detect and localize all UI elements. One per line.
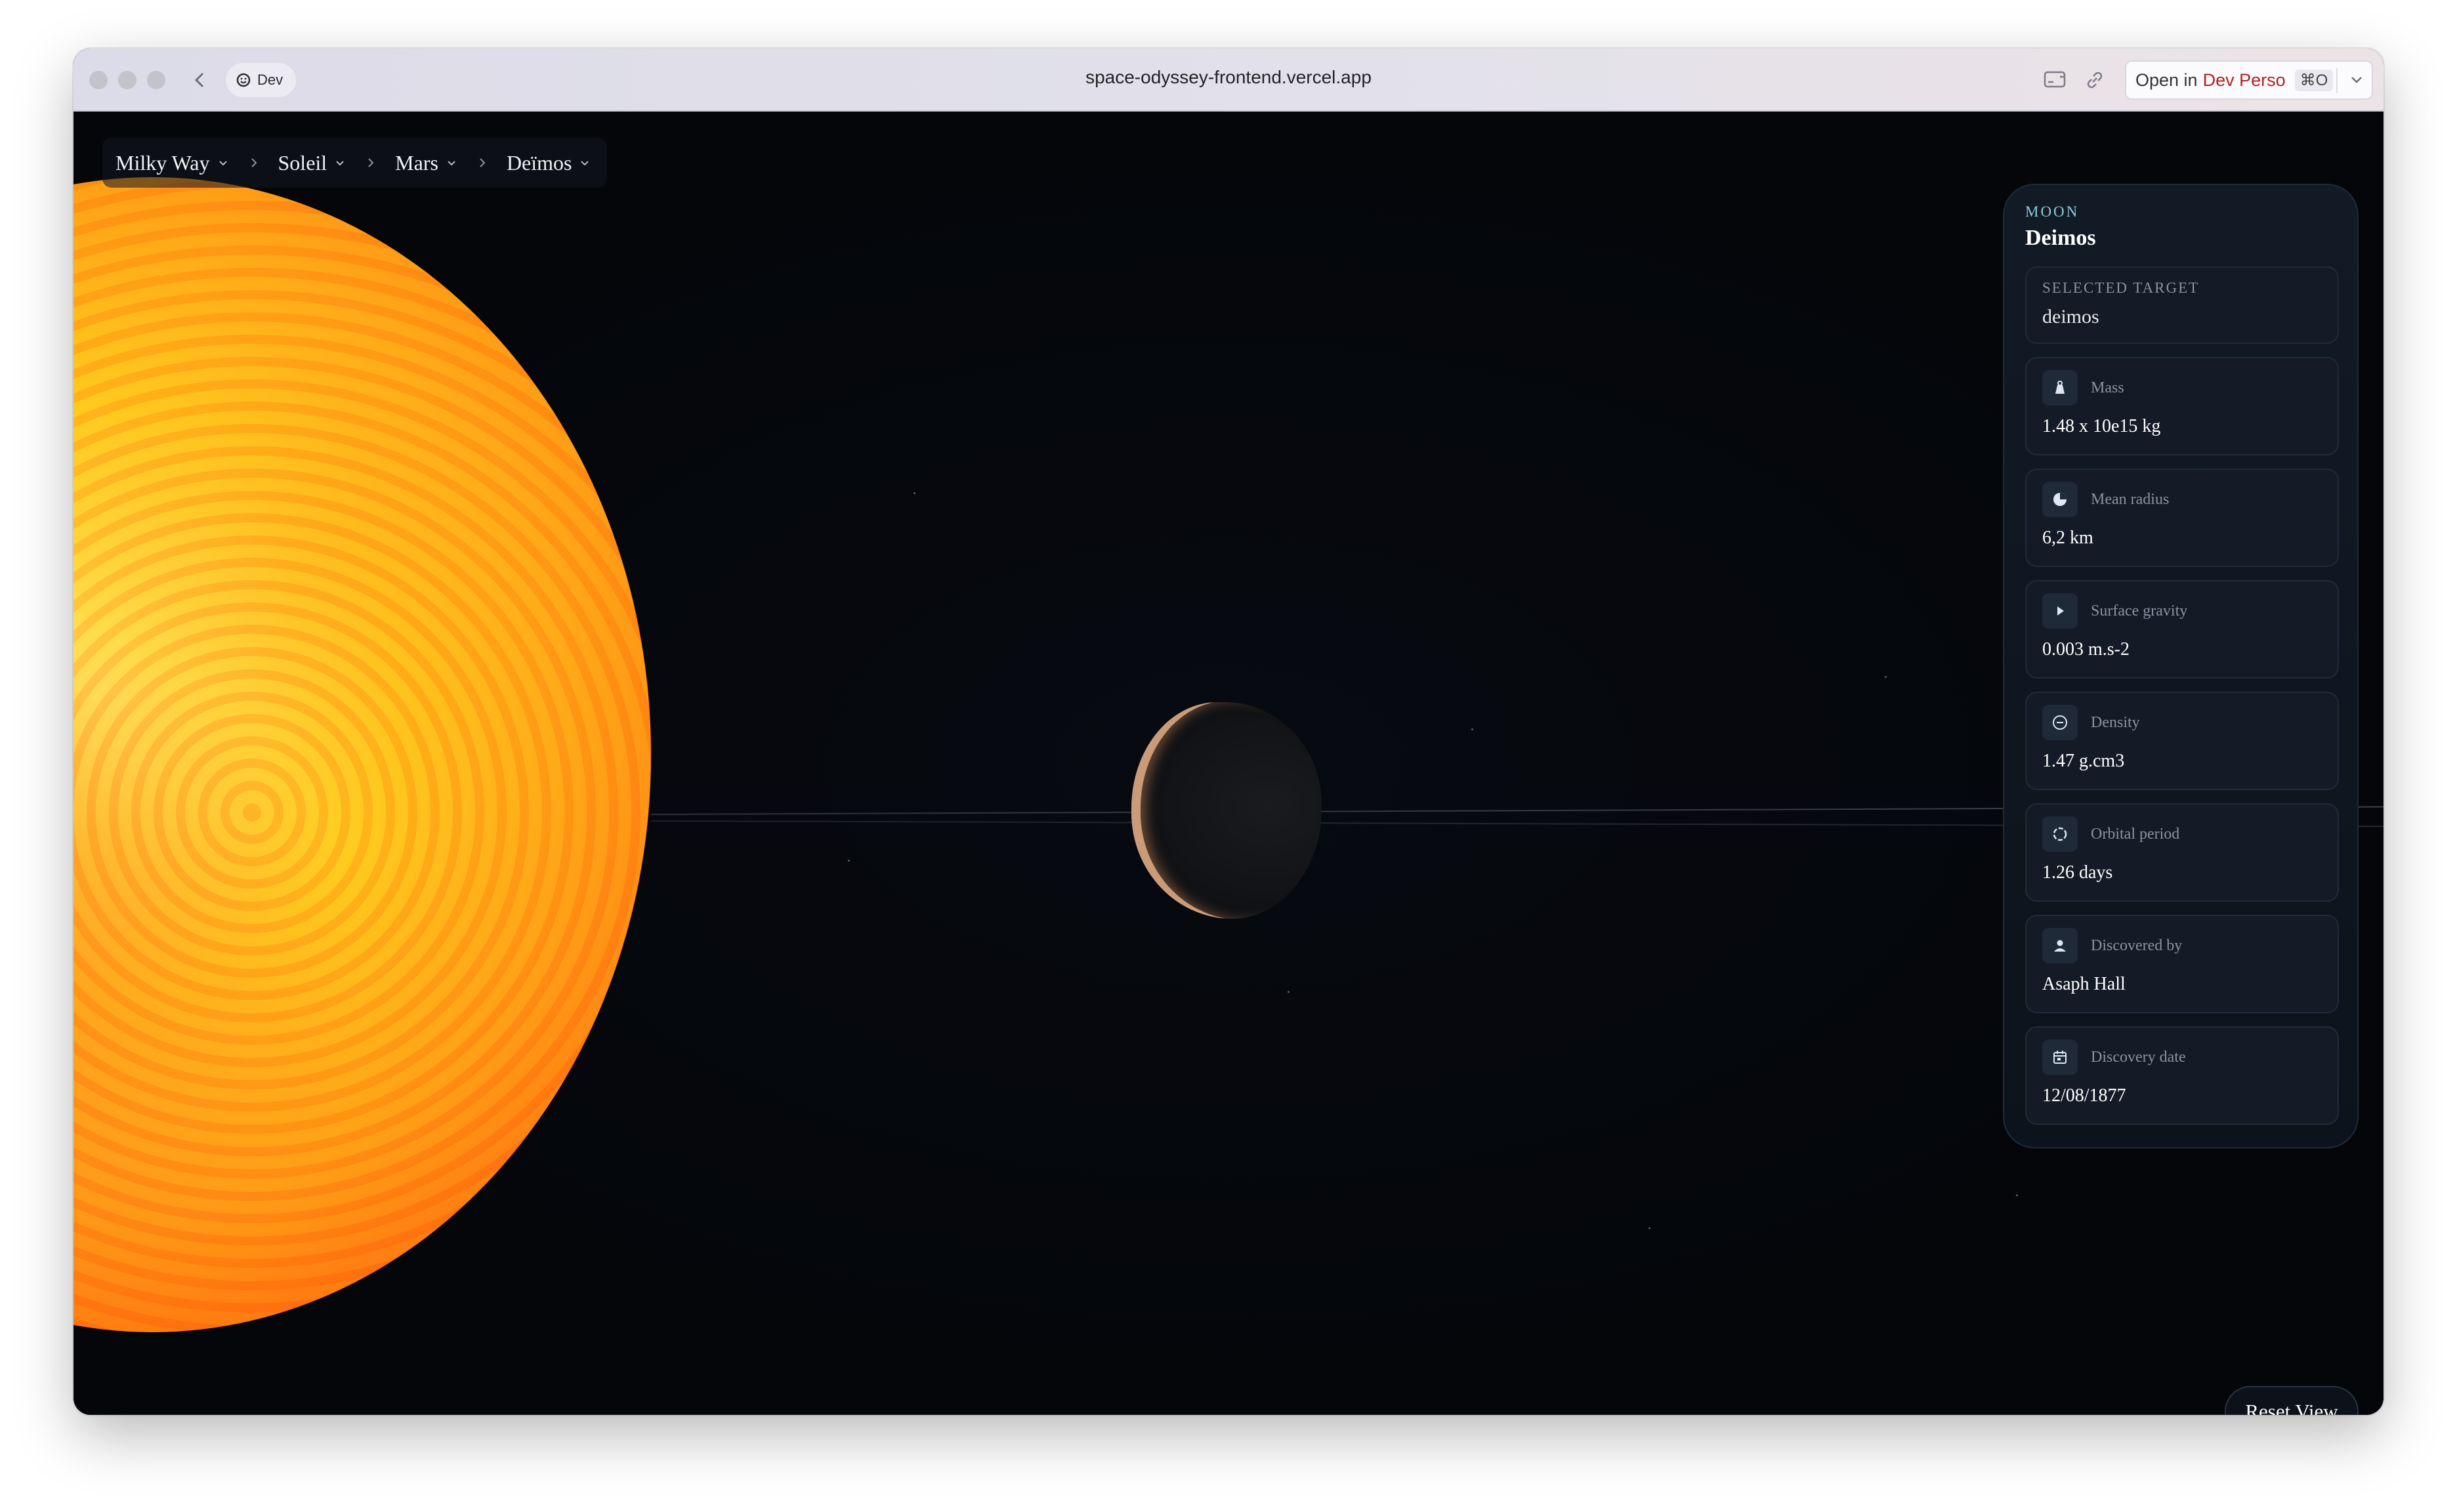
stat-card-discovered-by: Discovered by Asaph Hall [2025,915,2339,1013]
open-in-button[interactable]: Open in Dev Perso ⌘O [2125,60,2373,100]
space-scene[interactable]: Milky Way Soleil Mars Deïmos MOON Deimos [74,112,2384,1415]
stat-value: 1.48 x 10e15 kg [2042,416,2161,436]
calendar-icon [2042,1040,2078,1075]
stat-card-mass: Mass 1.48 x 10e15 kg [2025,357,2339,455]
density-icon [2042,705,2078,740]
open-in-shortcut: ⌘O [2294,69,2334,91]
body-type-label: MOON [2025,203,2080,220]
chevron-down-icon [336,161,344,166]
star [1885,676,1887,678]
copy-link-button[interactable] [2082,67,2108,93]
stat-value: 1.47 g.cm3 [2042,751,2125,771]
stat-label: Discovered by [2091,936,2183,954]
sun-surface-texture [74,177,651,1332]
stat-label: Mass [2091,379,2124,396]
stat-card-density: Density 1.47 g.cm3 [2025,692,2339,790]
link-icon [2087,72,2103,89]
chevron-down-icon [581,161,589,166]
stat-card-discovery-date: Discovery date 12/08/1877 [2025,1026,2339,1125]
breadcrumb-item-deimos[interactable]: Deïmos [507,151,592,175]
body-info-panel: MOON Deimos SELECTED TARGET deimos Mass … [2003,184,2359,1148]
chevron-right-icon [480,158,486,167]
stat-value: 1.26 days [2042,862,2113,883]
star [1288,991,1290,993]
stat-value: 12/08/1877 [2042,1085,2126,1106]
screen-share-icon [2044,71,2066,88]
breadcrumb: Milky Way Soleil Mars Deïmos [102,138,608,188]
chevron-down-icon [219,161,227,166]
stat-label: Density [2091,713,2140,731]
chevron-down-icon [448,161,455,166]
stat-card-mean-radius: Mean radius 6,2 km [2025,469,2339,567]
cast-button[interactable] [2042,67,2068,93]
stat-label: Orbital period [2091,825,2180,843]
chevron-right-icon [251,158,257,167]
deimos-body[interactable] [1131,702,1322,919]
browser-window: Dev space-odyssey-frontend.vercel.app Op… [74,49,2384,1415]
star [1648,1227,1650,1229]
breadcrumb-label: Milky Way [116,150,210,175]
stat-value: 6,2 km [2042,528,2093,548]
chevron-down-icon[interactable] [2348,71,2365,88]
gravity-icon [2042,593,2078,629]
breadcrumb-item-mars[interactable]: Mars [395,151,458,175]
person-icon [2042,928,2078,963]
breadcrumb-label: Mars [395,150,438,175]
star [914,492,915,494]
star [1471,728,1473,730]
star [848,860,850,862]
orbit-icon [2042,816,2078,852]
radius-icon [2042,482,2078,517]
breadcrumb-item-milky-way[interactable]: Milky Way [116,151,230,175]
breadcrumb-label: Deïmos [506,150,572,175]
open-in-prefix: Open in [2135,70,2198,90]
stat-value: Asaph Hall [2042,974,2126,994]
stat-value: 0.003 m.s-2 [2042,639,2130,660]
browser-titlebar: Dev space-odyssey-frontend.vercel.app Op… [74,49,2384,112]
stat-label: Mean radius [2091,490,2170,508]
chevron-right-icon [368,158,374,167]
selected-target-value: deimos [2042,306,2099,327]
open-in-divider [2336,68,2338,93]
open-in-target: Dev Perso [2202,70,2286,90]
reset-view-button[interactable]: Reset View [2225,1386,2359,1415]
body-title: Deimos [2025,226,2096,250]
mass-icon [2042,370,2078,406]
stat-card-surface-gravity: Surface gravity 0.003 m.s-2 [2025,580,2339,679]
stat-card-orbital-period: Orbital period 1.26 days [2025,803,2339,902]
breadcrumb-item-soleil[interactable]: Soleil [278,151,347,175]
sun-body[interactable] [74,177,651,1332]
selected-target-card: SELECTED TARGET deimos [2025,266,2339,344]
selected-target-label: SELECTED TARGET [2042,280,2200,296]
breadcrumb-label: Soleil [278,150,327,175]
stat-label: Surface gravity [2091,602,2188,620]
address-bar[interactable]: space-odyssey-frontend.vercel.app [74,67,2384,88]
stat-label: Discovery date [2091,1048,2186,1066]
star [2016,1194,2018,1196]
